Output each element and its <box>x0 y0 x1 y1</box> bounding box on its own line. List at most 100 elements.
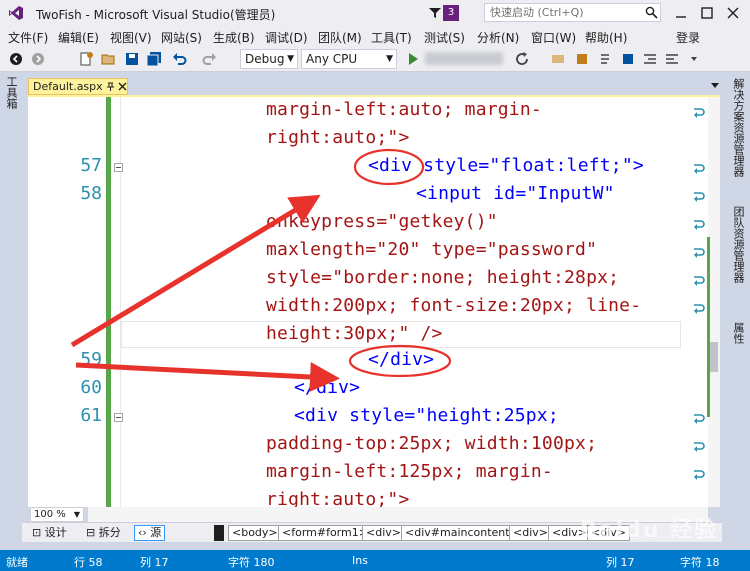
code-editor[interactable]: 57 58 59 60 61 margin-left:auto; margin-… <box>28 97 720 507</box>
breadcrumb-body[interactable]: <body> <box>228 525 282 541</box>
code-line: </div> <box>368 349 435 370</box>
split-view-button[interactable]: ⊟ 拆分 <box>82 525 125 541</box>
team-explorer-tab[interactable]: 团队资源管理器 <box>731 206 745 283</box>
line-number: 58 <box>80 183 102 204</box>
notification-count-badge[interactable]: 3 <box>443 5 459 21</box>
toolbar-options-icon[interactable] <box>575 51 591 67</box>
split-view-icon: ⊟ <box>86 526 99 539</box>
properties-tab[interactable]: 属性 <box>731 322 745 344</box>
breadcrumb-back-icon[interactable] <box>214 525 224 541</box>
tab-list-dropdown-icon[interactable] <box>710 80 720 90</box>
document-tab-default-aspx[interactable]: Default.aspx <box>28 78 128 95</box>
browser-link-icon[interactable] <box>550 51 566 67</box>
solution-config-select[interactable]: Debug ▼ <box>240 49 298 69</box>
undo-icon[interactable] <box>172 51 188 67</box>
chevron-down-icon: ▼ <box>386 54 393 64</box>
code-line: <div style="float:left;"> <box>368 155 644 176</box>
menu-team[interactable]: 团队(M) <box>318 29 362 46</box>
start-debugging-icon[interactable] <box>405 51 421 67</box>
standard-toolbar: Debug ▼ Any CPU ▼ <box>0 46 750 72</box>
menu-view[interactable]: 视图(V) <box>110 29 152 46</box>
menu-website[interactable]: 网站(S) <box>161 29 202 46</box>
change-tracking-bar <box>106 97 111 507</box>
code-line: onkeypress="getkey()" <box>266 211 498 232</box>
quick-launch-input[interactable] <box>484 3 661 22</box>
line-number: 59 <box>80 349 102 370</box>
indent-icon[interactable] <box>642 51 658 67</box>
source-view-button[interactable]: ‹› 源 <box>134 525 166 541</box>
search-icon[interactable] <box>645 6 658 19</box>
open-file-icon[interactable] <box>101 51 117 67</box>
toolbox-tab[interactable]: 工具箱 <box>4 76 18 109</box>
code-line: width:200px; font-size:20px; line- <box>266 295 642 316</box>
solution-platform-value: Any CPU <box>306 52 358 66</box>
status-line: 行 58 <box>74 556 103 569</box>
breadcrumb-form[interactable]: <form#form1> <box>278 525 372 541</box>
code-line: maxlength="20" type="password" <box>266 239 598 260</box>
zoom-level-value: 100 % <box>34 509 66 520</box>
close-tab-icon[interactable] <box>118 82 127 91</box>
menu-help[interactable]: 帮助(H) <box>585 29 627 46</box>
menu-window[interactable]: 窗口(W) <box>531 29 576 46</box>
word-wrap-icon <box>694 276 705 286</box>
collapse-toggle[interactable] <box>114 413 123 422</box>
solution-explorer-tab[interactable]: 解决方案资源管理器 <box>731 78 745 177</box>
overflow-icon[interactable] <box>686 51 702 67</box>
back-icon[interactable] <box>8 51 24 67</box>
minimize-icon[interactable] <box>672 4 690 22</box>
design-view-icon: ⊡ <box>32 526 45 539</box>
word-wrap-icon <box>694 414 705 424</box>
save-icon[interactable] <box>124 51 140 67</box>
breadcrumb-div[interactable]: <div> <box>362 525 405 541</box>
debug-target-blurred[interactable] <box>425 52 503 65</box>
close-icon[interactable] <box>724 4 742 22</box>
code-line: right:auto;"> <box>266 127 410 148</box>
code-line: padding-top:25px; width:100px; <box>266 433 598 454</box>
menu-analyze[interactable]: 分析(N) <box>477 29 519 46</box>
code-line: style="border:none; height:28px; <box>266 267 620 288</box>
menu-debug[interactable]: 调试(D) <box>265 29 308 46</box>
forward-icon[interactable] <box>30 51 46 67</box>
title-bar: TwoFish - Microsoft Visual Studio(管理员) 3 <box>0 0 750 26</box>
code-line: </div> <box>294 377 361 398</box>
status-column-secondary: 列 17 <box>606 556 635 569</box>
word-wrap-icon <box>694 108 705 118</box>
status-column: 列 17 <box>140 556 169 569</box>
line-number: 57 <box>80 155 102 176</box>
design-view-button[interactable]: ⊡ 设计 <box>28 525 71 541</box>
breadcrumb-div[interactable]: <div> <box>509 525 552 541</box>
word-wrap-icon <box>694 304 705 314</box>
notification-flag-icon[interactable] <box>428 6 442 20</box>
code-line: <input id="InputW" <box>416 183 615 204</box>
word-wrap-icon <box>694 442 705 452</box>
new-project-icon[interactable] <box>78 51 94 67</box>
collapse-toggle[interactable] <box>114 163 123 172</box>
visual-studio-logo-icon <box>9 6 23 20</box>
menu-edit[interactable]: 编辑(E) <box>58 29 99 46</box>
menu-tools[interactable]: 工具(T) <box>371 29 412 46</box>
left-tool-rail <box>0 72 22 550</box>
zoom-level-select[interactable]: 100 % ▼ <box>30 507 84 522</box>
bookmark-icon[interactable] <box>620 51 636 67</box>
menu-test[interactable]: 测试(S) <box>424 29 465 46</box>
pin-icon[interactable] <box>106 82 115 91</box>
solution-platform-select[interactable]: Any CPU ▼ <box>301 49 397 69</box>
comment-icon[interactable] <box>598 51 614 67</box>
refresh-icon[interactable] <box>514 51 530 67</box>
status-insert-mode: Ins <box>352 554 368 567</box>
redo-icon[interactable] <box>201 51 217 67</box>
maximize-icon[interactable] <box>698 4 716 22</box>
status-char-secondary: 字符 18 <box>680 556 720 569</box>
watermark-logo: Baidu 经验 <box>580 518 719 543</box>
outdent-icon[interactable] <box>664 51 680 67</box>
save-all-icon[interactable] <box>146 51 162 67</box>
outline-margin <box>120 97 121 507</box>
breadcrumb-div-maincontent[interactable]: <div#maincontent> <box>401 525 523 541</box>
source-view-label: 源 <box>150 526 162 539</box>
menu-build[interactable]: 生成(B) <box>213 29 255 46</box>
sign-in-link[interactable]: 登录 <box>676 29 700 46</box>
menu-file[interactable]: 文件(F) <box>8 29 48 46</box>
scrollbar-thumb[interactable] <box>710 342 718 372</box>
status-ready: 就绪 <box>6 556 28 569</box>
code-line: margin-left:auto; margin- <box>266 99 542 120</box>
